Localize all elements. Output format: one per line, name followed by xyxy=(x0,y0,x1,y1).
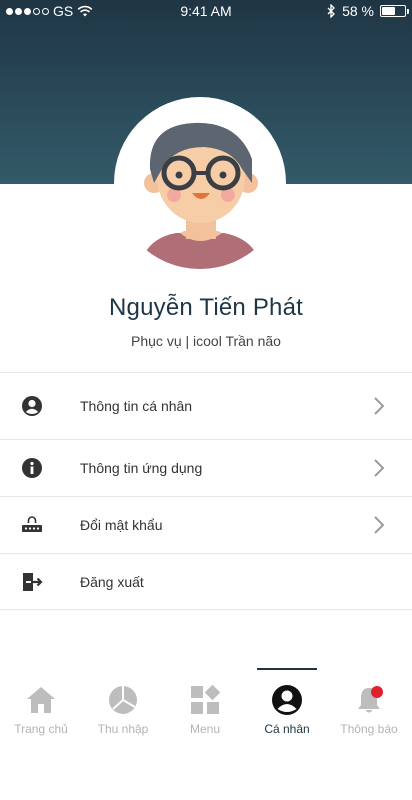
tab-menu[interactable]: Menu xyxy=(164,668,246,748)
avatar[interactable] xyxy=(114,97,286,269)
menu-item-personal-info[interactable]: Thông tin cá nhân xyxy=(0,372,412,439)
profile-subtitle: Phục vụ | icool Trần não xyxy=(131,333,281,349)
user-circle-icon xyxy=(21,395,43,417)
tab-home[interactable]: Trang chủ xyxy=(0,668,82,748)
menu-item-label: Thông tin ứng dụng xyxy=(80,460,203,476)
battery-label: 58 % xyxy=(342,3,374,19)
tab-label: Thu nhập xyxy=(97,722,149,736)
active-tab-indicator xyxy=(257,668,317,670)
tab-label: Trang chủ xyxy=(14,722,68,736)
tab-notifications[interactable]: Thông báo xyxy=(328,668,410,748)
profile-name: Nguyễn Tiến Phát xyxy=(109,294,303,321)
chevron-right-icon xyxy=(374,459,385,477)
status-right: 58 % xyxy=(327,3,409,19)
battery-icon xyxy=(380,5,409,17)
battery-fill xyxy=(382,7,395,15)
bluetooth-icon xyxy=(327,4,335,18)
tab-label: Menu xyxy=(189,722,221,736)
info-icon xyxy=(21,457,43,479)
tab-label: Thông báo xyxy=(340,722,398,736)
avatar-illustration xyxy=(140,122,262,269)
menu-item-change-password[interactable]: Đổi mật khẩu xyxy=(0,496,412,553)
status-bar: GS 9:41 AM 58 % xyxy=(0,0,412,24)
menu-item-logout[interactable]: Đăng xuất xyxy=(0,553,412,610)
menu-grid-icon xyxy=(191,684,221,714)
user-circle-icon xyxy=(272,685,302,715)
menu-item-label: Đăng xuất xyxy=(80,573,144,590)
tab-label: Cá nhân xyxy=(264,722,310,736)
logout-icon xyxy=(21,571,43,593)
tab-income[interactable]: Thu nhập xyxy=(82,668,164,748)
menu-item-label: Thông tin cá nhân xyxy=(80,398,193,414)
menu-item-app-info[interactable]: Thông tin ứng dụng xyxy=(0,439,412,496)
pie-chart-icon xyxy=(109,686,137,714)
tab-profile[interactable]: Cá nhân xyxy=(246,668,328,748)
bottom-tab-bar: Trang chủ Thu nhập Menu Cá nhân Thông bá… xyxy=(0,668,412,748)
chevron-right-icon xyxy=(374,516,385,534)
chevron-right-icon xyxy=(374,397,385,415)
notification-badge xyxy=(371,686,383,698)
menu-item-label: Đổi mật khẩu xyxy=(80,517,163,533)
password-icon xyxy=(21,514,43,536)
profile-menu: Thông tin cá nhân Thông tin ứng dụng Đổi… xyxy=(0,372,412,610)
home-icon xyxy=(27,687,55,713)
